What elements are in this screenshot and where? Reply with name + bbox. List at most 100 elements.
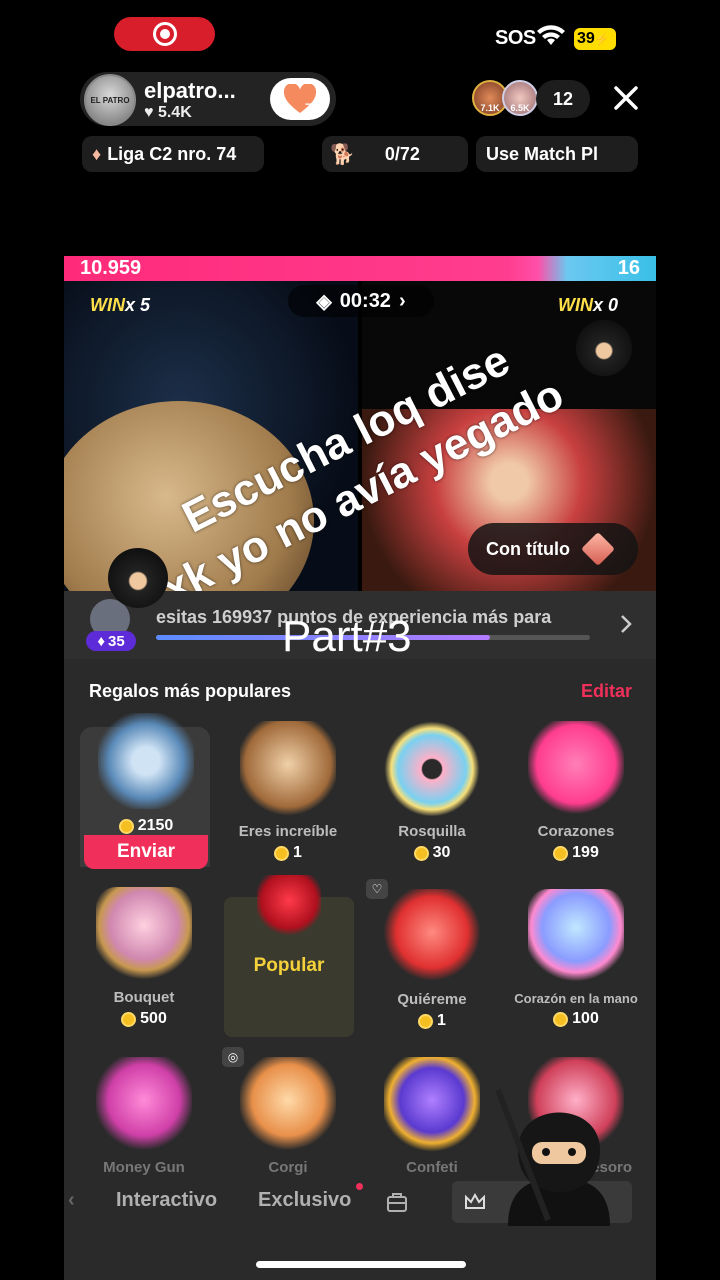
heart-icon: ♥ <box>144 104 154 121</box>
corgi-icon: 🐕 <box>330 143 355 166</box>
chevron-right-icon[interactable] <box>619 613 633 635</box>
coin-icon <box>553 845 569 861</box>
viewer-avatar-label: 7.1K <box>480 103 500 113</box>
gift-rose[interactable]: Popular <box>224 875 354 1037</box>
gifts-section-title: Regalos más populares <box>89 681 292 701</box>
right-score: 16 <box>617 257 640 279</box>
heart-face-icon <box>384 889 480 985</box>
popular-label: Popular <box>253 955 325 976</box>
gift-quiereme[interactable]: Quiéreme 1 <box>368 889 496 1030</box>
edit-button[interactable]: Editar <box>581 681 632 702</box>
home-indicator[interactable] <box>256 1261 466 1268</box>
tab-exclusive[interactable]: Exclusivo <box>258 1189 351 1212</box>
left-win-count: WINx 5 <box>90 295 150 316</box>
right-win-count: WINx 0 <box>558 295 618 316</box>
gift-corgi[interactable]: Corgi <box>224 1057 352 1176</box>
sos-label: SOS <box>495 27 536 49</box>
ninja-sticker-small <box>108 548 168 608</box>
left-win-value: x 5 <box>125 295 151 315</box>
gift-name: Rosquilla <box>398 823 466 840</box>
crown-icon <box>465 1193 485 1209</box>
diamond-icon: ♦ <box>92 143 102 164</box>
goal-progress: 0/72 <box>384 143 420 164</box>
gift-price: 100 <box>504 1010 648 1028</box>
corgi-icon <box>240 1057 336 1153</box>
coin-icon <box>274 845 290 861</box>
viewer-count[interactable]: 12 <box>536 80 590 118</box>
whale-icon <box>98 713 194 809</box>
match-chip[interactable]: Use Match Pl <box>476 136 638 172</box>
left-score: 10.959 <box>80 257 142 279</box>
gift-name: Bouquet <box>113 989 175 1006</box>
coin-icon <box>118 818 134 834</box>
gift-name: Corazón en la mano <box>514 991 638 1006</box>
gem-icon <box>581 532 615 566</box>
screen-recording-indicator[interactable] <box>114 17 215 51</box>
viewer-avatar-label: 6.5K <box>510 103 530 113</box>
gift-price: 1 <box>368 1012 496 1030</box>
gift-price-value: 500 <box>140 1010 167 1027</box>
gift-name: Money Gun <box>103 1159 185 1176</box>
likes-count: 5.4K <box>157 104 192 121</box>
gift-rosquilla[interactable]: Rosquilla 30 <box>368 721 496 862</box>
right-win-value: x 0 <box>593 295 619 315</box>
gift-price: 30 <box>368 844 496 862</box>
gift-confeti[interactable]: Confeti <box>368 1057 496 1176</box>
follow-count: 7 <box>305 102 311 114</box>
gift-corazon-en-la-mano[interactable]: Corazón en la mano 100 <box>504 889 648 1028</box>
gift-name: Corgi <box>268 1159 308 1176</box>
level-value: 35 <box>107 632 125 650</box>
confetti-icon <box>384 1057 480 1153</box>
gift-name: Quiéreme <box>397 991 467 1008</box>
gift-price: 1 <box>224 844 352 862</box>
ninja-sticker <box>488 1080 630 1226</box>
close-icon[interactable] <box>610 82 642 114</box>
gift-corazones[interactable]: Corazones 199 <box>512 721 640 862</box>
gift-price-value: 1 <box>293 844 302 861</box>
gift-eres-increible[interactable]: Eres increíble 1 <box>224 721 352 862</box>
title-badge[interactable]: Con título <box>468 523 638 575</box>
gift-price: 500 <box>80 1010 208 1028</box>
battery-indicator: 39 ⚡ <box>574 28 616 50</box>
record-icon <box>152 22 177 46</box>
host-likes: ♥ 5.4K <box>144 104 192 122</box>
donut-icon <box>384 721 480 817</box>
level-badge: ♦ 35 <box>86 631 136 651</box>
chevron-right-icon: › <box>398 289 406 312</box>
host-info[interactable]: EL PATRO elpatro... ♥ 5.4K 7 <box>80 72 336 126</box>
bouquet-icon <box>96 887 192 983</box>
battle-score-bar: 10.959 16 <box>64 256 656 281</box>
left-win-label: WIN <box>90 295 125 315</box>
gift-price-value: 199 <box>572 844 599 861</box>
charging-icon: ⚡ <box>594 32 610 46</box>
title-badge-label: Con título <box>486 538 570 559</box>
host-avatar[interactable]: EL PATRO <box>84 74 136 126</box>
host-name: elpatro... <box>144 78 236 103</box>
toolbox-icon[interactable] <box>386 1191 408 1213</box>
viewer-avatar[interactable]: 6.5K <box>502 80 538 116</box>
cat-icon <box>240 721 336 817</box>
status-bar: SOS 39 ⚡ <box>0 0 720 70</box>
tab-scroll-left-icon[interactable]: ‹ <box>68 1189 75 1212</box>
diamond-icon: ◈ <box>316 290 332 313</box>
money-gun-icon <box>96 1057 192 1153</box>
league-label: Liga C2 nro. 74 <box>107 143 237 164</box>
goal-progress-chip[interactable]: 🐕 0/72 <box>322 136 468 172</box>
gift-whale[interactable]: 2150 <box>82 713 210 835</box>
match-label: Use Match Pl <box>486 143 599 164</box>
right-win-label: WIN <box>558 295 593 315</box>
gift-price-value: 100 <box>572 1010 599 1027</box>
gift-money-gun[interactable]: Money Gun <box>80 1057 208 1176</box>
battle-timer[interactable]: ◈ 00:32 › <box>288 285 434 317</box>
follow-button[interactable]: 7 <box>270 78 330 120</box>
gift-price: 199 <box>512 844 640 862</box>
host-avatar-logo: EL PATRO <box>90 95 130 105</box>
league-chip[interactable]: ♦ Liga C2 nro. 74 <box>82 136 264 172</box>
heart-follow-icon: 7 <box>283 84 317 114</box>
heart-in-hand-icon <box>528 889 624 985</box>
send-button[interactable]: Enviar <box>84 835 208 869</box>
diamond-icon: ♦ <box>97 632 105 650</box>
gift-price-value: 1 <box>437 1012 446 1029</box>
tab-interactive[interactable]: Interactivo <box>116 1189 217 1212</box>
gift-bouquet[interactable]: Bouquet 500 <box>80 887 208 1028</box>
